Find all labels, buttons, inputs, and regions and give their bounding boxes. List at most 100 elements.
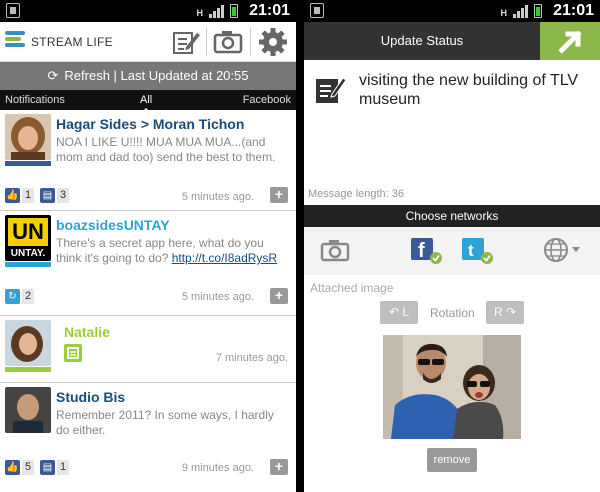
avatar: UN UNTAY.	[5, 215, 51, 261]
comment-icon[interactable]: ▤	[40, 460, 55, 475]
networks-row: f t	[304, 227, 600, 275]
rotate-left-icon: ↶	[388, 305, 400, 319]
expand-button[interactable]: +	[270, 187, 288, 203]
app-logo-text: STREAM LIFE	[31, 35, 113, 49]
facebook-network-toggle[interactable]: f	[409, 236, 442, 264]
post-text: There's a secret app here, what do you t…	[56, 236, 290, 266]
compose-icon	[314, 74, 347, 106]
globe-icon	[544, 238, 580, 262]
expand-button[interactable]: +	[270, 459, 288, 475]
status-bar: H 21:01	[304, 0, 600, 22]
facebook-icon: f	[411, 238, 442, 264]
status-time: 21:01	[249, 2, 290, 19]
post-time: 9 minutes ago.	[181, 462, 254, 474]
refresh-icon: ⟳	[47, 68, 59, 83]
gear-icon	[259, 28, 287, 56]
post-text: NOA I LIKE U!!!! MUA MUA MUA...(and mom …	[56, 135, 276, 164]
feed-item[interactable]: UN UNTAY. boazsidesUNTAY There's a secre…	[0, 211, 296, 316]
post-author[interactable]: Natalie	[64, 324, 110, 340]
tab-all[interactable]: All	[140, 94, 152, 112]
update-status-screen: H 21:01 Update Status visiting the new b…	[304, 0, 600, 492]
post-author[interactable]: boazsidesUNTAY	[56, 217, 170, 233]
visibility-dropdown[interactable]	[542, 236, 584, 264]
settings-button[interactable]	[257, 26, 289, 58]
chevron-down-icon	[572, 247, 580, 252]
feed-tabs: Notifications All Facebook	[0, 90, 296, 112]
camera-button[interactable]	[212, 26, 244, 58]
compose-area[interactable]: visiting the new building of TLV museum …	[304, 60, 600, 205]
remove-image-button[interactable]: remove	[427, 448, 477, 472]
data-icon: H	[196, 8, 204, 18]
message-length: Message length: 36	[308, 188, 405, 200]
send-button[interactable]	[540, 22, 600, 60]
tab-facebook[interactable]: Facebook	[243, 94, 291, 106]
header-divider	[206, 28, 207, 56]
avatar	[5, 320, 51, 366]
feed-item[interactable]: Hagar Sides > Moran Tichon NOA I LIKE U!…	[0, 110, 296, 211]
avatar	[5, 114, 51, 160]
status-icons: H	[196, 4, 238, 18]
rotate-left-label: L	[402, 305, 410, 319]
like-icon[interactable]: 👍	[5, 460, 20, 475]
avatar-logo-top: UN	[8, 218, 48, 246]
signal-icon	[209, 5, 224, 18]
feed-item[interactable]: Natalie 7 minutes ago.	[0, 316, 296, 383]
rotate-right-label: R	[493, 305, 503, 319]
post-time: 5 minutes ago.	[181, 291, 254, 303]
battery-icon	[230, 4, 238, 18]
rotation-controls: ↶ L Rotation R ↷	[304, 301, 600, 325]
post-time: 7 minutes ago.	[215, 352, 288, 364]
twitter-source-bar	[5, 262, 51, 267]
attach-photo-button[interactable]	[320, 236, 350, 264]
avatar-logo-bottom: UNTAY.	[10, 248, 46, 259]
like-count: 5	[22, 460, 34, 475]
header-divider	[250, 28, 251, 56]
rotate-right-button[interactable]: R ↷	[486, 301, 524, 324]
retweet-count-badge: ↻ 2	[5, 289, 34, 304]
like-icon[interactable]: 👍	[5, 188, 20, 203]
attached-photo	[383, 335, 521, 439]
stream-life-feed-screen: H 21:01 STREAM LIFE ⟳ Refresh | Last Upd…	[0, 0, 296, 492]
app-header: STREAM LIFE	[0, 22, 296, 62]
feed-item[interactable]: Studio Bis Remember 2011? In some ways, …	[0, 383, 296, 492]
comment-count: 1	[57, 460, 69, 475]
update-header: Update Status	[304, 22, 600, 60]
compose-button[interactable]	[170, 26, 202, 58]
rotate-left-button[interactable]: ↶ L	[380, 301, 418, 324]
data-icon: H	[500, 8, 508, 18]
post-author[interactable]: Studio Bis	[56, 389, 125, 405]
retweet-count: 2	[22, 289, 34, 304]
status-bar: H 21:01	[0, 0, 296, 22]
camera-icon	[213, 31, 243, 54]
refresh-bar[interactable]: ⟳ Refresh | Last Updated at 20:55	[0, 62, 296, 90]
stream-life-logo-icon	[5, 31, 27, 53]
post-author[interactable]: Hagar Sides > Moran Tichon	[56, 116, 244, 132]
twitter-icon: t	[462, 238, 493, 264]
retweet-icon[interactable]: ↻	[5, 289, 20, 304]
twitter-network-toggle[interactable]: t	[460, 236, 493, 264]
facebook-source-bar	[5, 161, 51, 166]
avatar	[5, 387, 51, 433]
post-time: 5 minutes ago.	[181, 191, 254, 203]
message-type-icon	[64, 344, 82, 362]
rotation-label: Rotation	[430, 306, 475, 320]
comment-count: 3	[57, 188, 69, 203]
status-message-input[interactable]: visiting the new building of TLV museum	[359, 71, 582, 109]
compose-icon	[173, 32, 200, 54]
attached-image-label: Attached image	[310, 281, 394, 295]
tab-notifications[interactable]: Notifications	[5, 94, 65, 106]
expand-button[interactable]: +	[270, 288, 288, 304]
svg-text:f: f	[418, 240, 425, 262]
like-count: 1	[22, 188, 34, 203]
status-icons: H	[500, 4, 542, 18]
sms-source-bar	[5, 367, 51, 372]
battery-icon	[534, 4, 542, 18]
rotate-right-icon: ↷	[505, 305, 517, 319]
like-comment-counts: 👍 5 ▤ 1	[5, 460, 69, 475]
page-title: Update Status	[380, 33, 464, 48]
send-icon	[558, 30, 582, 54]
post-link[interactable]: http://t.co/I8adRysR	[172, 251, 277, 265]
comment-icon[interactable]: ▤	[40, 188, 55, 203]
like-comment-counts: 👍 1 ▤ 3	[5, 188, 69, 203]
refresh-text: Refresh | Last Updated at 20:55	[64, 68, 249, 83]
